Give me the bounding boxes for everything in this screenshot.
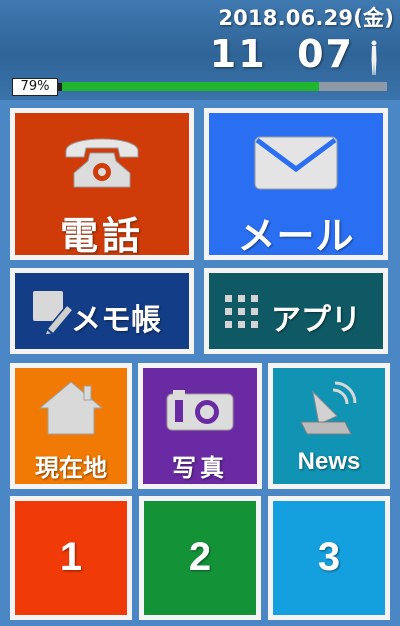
- shortcut-2-label: 2: [188, 535, 212, 579]
- apps-label: アプリ: [271, 303, 361, 338]
- memo-label: メモ帳: [71, 303, 161, 338]
- phone-tile[interactable]: 電話: [10, 108, 194, 260]
- battery-level-fill: [62, 82, 319, 91]
- shortcut-1-tile[interactable]: 1: [10, 496, 132, 620]
- news-tile[interactable]: News: [268, 363, 390, 489]
- shortcut-1-label: 1: [59, 535, 83, 579]
- date-label: 2018.06.29(金): [218, 6, 394, 30]
- envelope-icon: [254, 136, 338, 190]
- location-label: 現在地: [35, 454, 107, 482]
- location-tile[interactable]: 現在地: [10, 363, 132, 489]
- mail-label: メール: [237, 214, 355, 258]
- app-grid-icon: [225, 295, 258, 328]
- satellite-dish-icon: [300, 381, 357, 435]
- camera-icon: [166, 390, 234, 431]
- memo-pencil-icon: [33, 291, 75, 335]
- battery-percentage: 79%: [12, 78, 58, 96]
- telephone-icon: [65, 138, 139, 188]
- clock-time: 11 07: [209, 32, 354, 76]
- photo-label: 写真: [172, 454, 228, 482]
- shortcut-3-tile[interactable]: 3: [268, 496, 390, 620]
- photo-tile[interactable]: 写真: [138, 363, 262, 489]
- battery-level-bar: [62, 82, 387, 91]
- news-label: News: [297, 448, 361, 475]
- apps-tile[interactable]: アプリ: [204, 268, 388, 354]
- mail-tile[interactable]: メール: [204, 108, 388, 260]
- house-icon: [38, 381, 104, 435]
- shortcut-2-tile[interactable]: 2: [139, 496, 261, 620]
- shortcut-3-label: 3: [317, 535, 341, 579]
- memo-tile[interactable]: メモ帳: [10, 268, 194, 354]
- person-silhouette-icon: [371, 40, 377, 75]
- status-bar: 2018.06.29(金) 11 07 79%: [0, 0, 400, 100]
- phone-label: 電話: [59, 214, 144, 258]
